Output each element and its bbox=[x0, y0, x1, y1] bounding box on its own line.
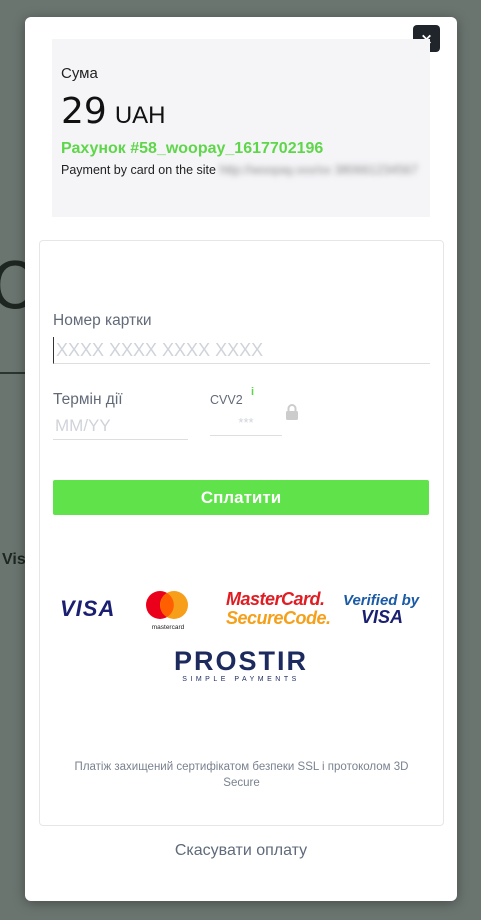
amount-currency: UAH bbox=[114, 102, 166, 129]
mastercard-logo: mastercard bbox=[143, 590, 193, 631]
payment-summary: Сума 29 UAH Рахунок #58_woopay_1617702196… bbox=[52, 39, 430, 217]
securecode-line2: SecureCode. bbox=[226, 608, 331, 628]
card-number-input[interactable] bbox=[53, 337, 430, 364]
sum-label: Сума bbox=[61, 65, 98, 82]
prostir-logo: PROSTIR SIMPLE PAYMENTS bbox=[174, 646, 308, 683]
payment-description: Payment by card on the site http://woopa… bbox=[61, 162, 421, 178]
cvv-input[interactable] bbox=[210, 409, 282, 436]
background-text-fragment: Vis bbox=[2, 551, 26, 568]
cvv-info-icon[interactable]: i bbox=[251, 386, 254, 398]
pay-button[interactable]: Сплатити bbox=[53, 480, 429, 515]
verified-line2: VISA bbox=[361, 607, 404, 627]
payment-modal: × Сума 29UAH Рахунок #58_woopay_16177021… bbox=[25, 17, 457, 901]
mastercard-securecode-logo: MasterCard. SecureCode. bbox=[226, 590, 331, 628]
prostir-text: PROSTIR bbox=[174, 646, 309, 676]
description-text: Payment by card on the site bbox=[61, 163, 216, 177]
expiry-label: Термін дії bbox=[53, 391, 123, 408]
visa-logo-text: VISA bbox=[60, 596, 116, 621]
invoice-number: Рахунок #58_woopay_1617702196 bbox=[61, 140, 324, 157]
amount: 29 UAH bbox=[61, 91, 165, 132]
security-note: Платіж захищений сертифікатом безпеки SS… bbox=[74, 761, 409, 789]
card-number-label: Номер картки bbox=[53, 312, 152, 329]
lock-icon bbox=[286, 404, 298, 420]
visa-logo: VISA bbox=[60, 596, 115, 622]
amount-value: 29 bbox=[61, 91, 107, 132]
description-blurred: http://woopay.xxx/xx 380661234567 bbox=[219, 163, 418, 177]
mastercard-circles-icon bbox=[146, 591, 188, 619]
cancel-payment-link[interactable]: Скасувати оплату bbox=[25, 842, 457, 860]
expiry-input[interactable] bbox=[53, 413, 188, 440]
prostir-subtitle: SIMPLE PAYMENTS bbox=[182, 676, 300, 683]
securecode-line1: MasterCard. bbox=[226, 589, 325, 609]
verified-by-visa-logo: Verified by VISA bbox=[343, 592, 419, 626]
card-form: Номер картки Термін дії CVV2 i Сплатити … bbox=[39, 240, 444, 826]
mastercard-caption: mastercard bbox=[151, 624, 185, 631]
cvv-label: CVV2 bbox=[210, 393, 243, 407]
